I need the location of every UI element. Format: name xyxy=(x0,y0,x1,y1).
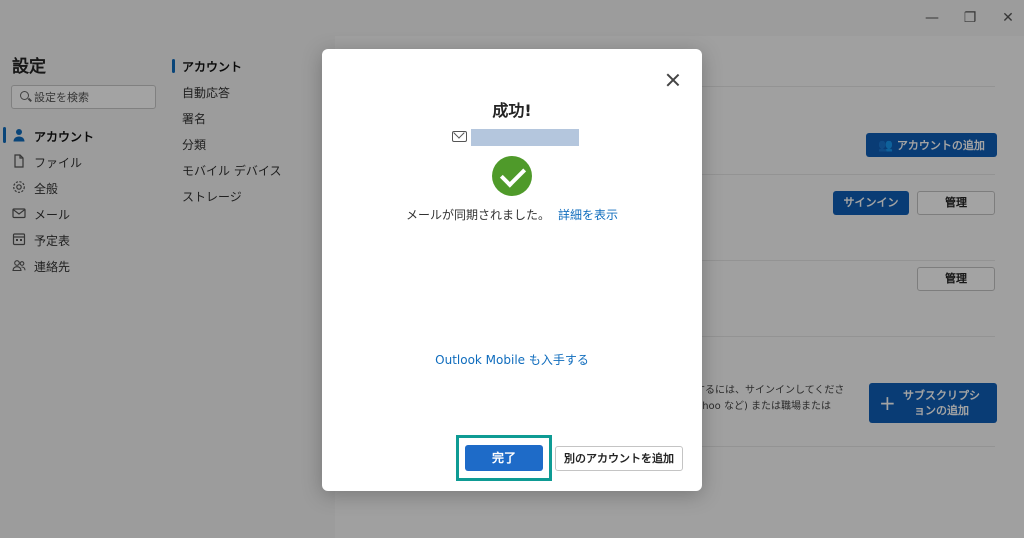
sync-message: メールが同期されました。 xyxy=(406,208,551,222)
close-icon[interactable] xyxy=(666,73,680,87)
success-dialog: 成功! メールが同期されました。 詳細を表示 Outlook Mobile も入… xyxy=(322,49,702,491)
mail-icon xyxy=(452,131,467,142)
checkmark-icon xyxy=(492,156,532,196)
done-button[interactable]: 完了 xyxy=(465,445,543,471)
show-details-link[interactable]: 詳細を表示 xyxy=(558,206,618,223)
dialog-title: 成功! xyxy=(492,101,532,120)
redacted-email xyxy=(471,129,579,146)
outlook-mobile-link[interactable]: Outlook Mobile も入手する xyxy=(322,351,702,368)
add-another-account-button[interactable]: 別のアカウントを追加 xyxy=(555,446,683,471)
